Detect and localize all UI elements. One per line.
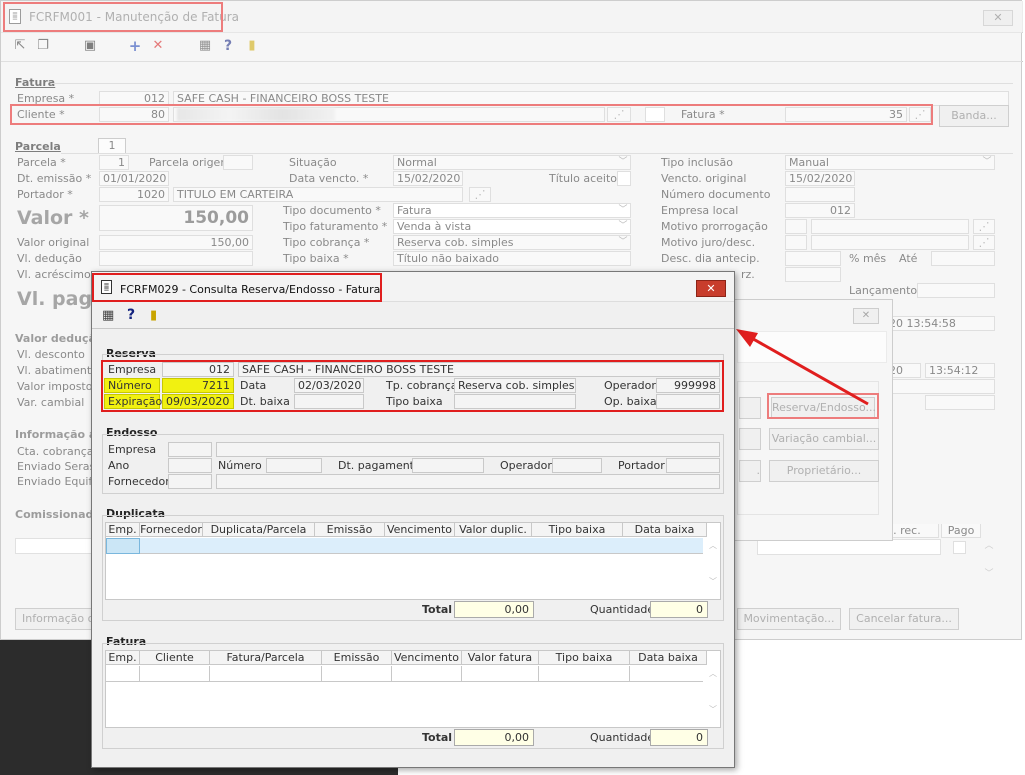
endosso-fornecedor-name: [216, 474, 720, 489]
duplicata-header-emissao[interactable]: Emissão: [315, 523, 385, 537]
duplicata-header-emp[interactable]: Emp.: [106, 523, 140, 537]
endosso-empresa-name: [216, 442, 720, 457]
duplicata-header-duplicata-parcela[interactable]: Duplicata/Parcela: [203, 523, 315, 537]
tipo-baixa-field: [454, 394, 576, 409]
duplicata-selected-row[interactable]: [106, 538, 703, 554]
numero-value: 7211: [162, 378, 234, 393]
endosso-ano-field: [168, 458, 212, 473]
endosso-numero-field: [266, 458, 322, 473]
duplicata-header-fornecedor[interactable]: Fornecedor: [140, 523, 203, 537]
fatura-header-valor-fatura[interactable]: Valor fatura: [462, 651, 539, 665]
scrollbar[interactable]: ︿ ﹀: [706, 668, 720, 726]
fatura-total-value: 0,00: [454, 729, 534, 746]
fatura-header-emp[interactable]: Emp.: [106, 651, 140, 665]
fatura-header-cliente[interactable]: Cliente: [140, 651, 210, 665]
tp-cobranca-value: Reserva cob. simples: [454, 378, 576, 393]
endosso-operador-label: Operador: [500, 459, 552, 472]
duplicata-total-value: 0,00: [454, 601, 534, 618]
endosso-portador-field: [666, 458, 720, 473]
endosso-dt-pagamento-field: [412, 458, 484, 473]
op-baixa-label: Op. baixa: [604, 395, 657, 408]
tipo-baixa-label: Tipo baixa: [386, 395, 443, 408]
endosso-ano-label: Ano: [108, 459, 130, 472]
duplicata-quantidade-value: 0: [650, 601, 708, 618]
duplicata-total-label: Total: [422, 603, 453, 616]
endosso-fornecedor-label: Fornecedor: [108, 475, 170, 488]
document-icon: ≡ ≡: [101, 280, 112, 294]
dialog-title: FCRFM029 - Consulta Reserva/Endosso - Fa…: [120, 283, 381, 296]
duplicata-header-tipo-baixa[interactable]: Tipo baixa: [532, 523, 623, 537]
calculator-icon[interactable]: ▦: [102, 308, 114, 323]
expiracao-label: Expiração: [104, 394, 162, 409]
numero-label: Número: [104, 378, 160, 393]
close-icon: ✕: [706, 282, 716, 295]
data-label: Data: [240, 379, 267, 392]
duplicata-row-cell-emp: [106, 538, 140, 554]
fatura-quantidade-label: Quantidade: [590, 731, 655, 744]
reserva-empresa-label: Empresa: [108, 363, 157, 376]
reserva-empresa-code: 012: [162, 362, 234, 377]
endosso-fornecedor-code: [168, 474, 212, 489]
duplicata-header-valor-duplic[interactable]: Valor duplic.: [455, 523, 532, 537]
endosso-dt-pagamento-label: Dt. pagamento: [338, 459, 421, 472]
scrollbar[interactable]: ︿ ﹀: [706, 540, 720, 598]
endosso-empresa-label: Empresa: [108, 443, 157, 456]
fatura-header-tipo-baixa[interactable]: Tipo baixa: [539, 651, 630, 665]
reserva-endosso-dialog: ≡ ≡ FCRFM029 - Consulta Reserva/Endosso -…: [91, 271, 735, 768]
fatura-header-emissao[interactable]: Emissão: [322, 651, 392, 665]
endosso-empresa-code: [168, 442, 212, 457]
duplicata-header-vencimento[interactable]: Vencimento: [385, 523, 455, 537]
data-value: 02/03/2020: [294, 378, 364, 393]
operador-label: Operador: [604, 379, 656, 392]
endosso-numero-label: Número: [218, 459, 262, 472]
fatura-quantidade-value: 0: [650, 729, 708, 746]
duplicata-header-data-baixa[interactable]: Data baixa: [623, 523, 707, 537]
endosso-portador-label: Portador: [618, 459, 665, 472]
fatura-total-label: Total: [422, 731, 453, 744]
help-icon[interactable]: ?: [127, 307, 135, 323]
reserva-empresa-name: SAFE CASH - FINANCEIRO BOSS TESTE: [238, 362, 720, 377]
operador-value: 999998: [656, 378, 720, 393]
dialog-toolbar-divider: [92, 328, 734, 329]
endosso-operador-field: [552, 458, 602, 473]
fatura-header-vencimento[interactable]: Vencimento: [392, 651, 462, 665]
fatura-row-dividers: [106, 666, 703, 682]
duplicata-quantidade-label: Quantidade: [590, 603, 655, 616]
exit-icon[interactable]: ▮: [150, 308, 157, 323]
fatura-header-fatura-parcela[interactable]: Fatura/Parcela: [210, 651, 322, 665]
dialog-close-button[interactable]: ✕: [696, 280, 726, 297]
expiracao-value: 09/03/2020: [162, 394, 234, 409]
op-baixa-field: [656, 394, 720, 409]
fatura-header-data-baixa[interactable]: Data baixa: [630, 651, 707, 665]
dt-baixa-field: [294, 394, 364, 409]
dt-baixa-label: Dt. baixa: [240, 395, 290, 408]
tp-cobranca-label: Tp. cobrança: [386, 379, 458, 392]
